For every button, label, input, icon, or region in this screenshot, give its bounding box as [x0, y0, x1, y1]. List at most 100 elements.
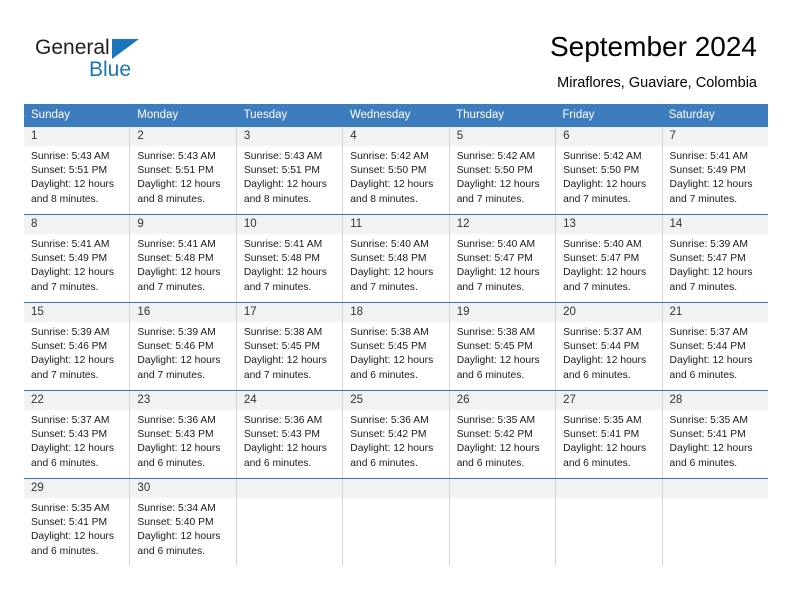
daylight-duration-line1: Daylight: 12 hours — [350, 179, 434, 191]
day-cell-14[interactable]: 14 Sunrise: 5:39 AM Sunset: 5:47 PM Dayligh… — [662, 215, 768, 302]
day-cell-19[interactable]: 19 Sunrise: 5:38 AM Sunset: 5:45 PM Dayligh… — [449, 303, 557, 390]
day-cell-12[interactable]: 12 Sunrise: 5:40 AM Sunset: 5:47 PM Dayligh… — [449, 215, 557, 302]
daylight-duration-line2: and 7 minutes. — [350, 281, 418, 293]
day-cell-1[interactable]: 1 Sunrise: 5:43 AM Sunset: 5:51 PM Daylight… — [24, 127, 131, 214]
day-cell-23[interactable]: 23 Sunrise: 5:36 AM Sunset: 5:43 PM Dayligh… — [130, 391, 237, 478]
day-cell-11[interactable]: 11 Sunrise: 5:40 AM Sunset: 5:48 PM Dayligh… — [343, 215, 450, 302]
day-number: 13 — [556, 215, 662, 234]
day-cell-15[interactable]: 15 Sunrise: 5:39 AM Sunset: 5:46 PM Dayligh… — [24, 303, 131, 390]
sunset-time: Sunset: 5:48 PM — [243, 253, 320, 265]
title-block: September 2024 Miraflores, Guaviare, Col… — [550, 30, 757, 92]
day-details — [663, 498, 768, 502]
calendar-week-row: 22 Sunrise: 5:37 AM Sunset: 5:43 PM Dayligh… — [24, 390, 768, 478]
sunset-time: Sunset: 5:46 PM — [31, 341, 108, 353]
day-number: 4 — [343, 127, 449, 146]
day-details: Sunrise: 5:40 AM Sunset: 5:47 PM Daylight:… — [556, 234, 661, 295]
day-details — [237, 498, 342, 502]
sunrise-time: Sunrise: 5:42 AM — [563, 151, 642, 162]
sunrise-time: Sunrise: 5:36 AM — [137, 415, 216, 426]
sunrise-time: Sunrise: 5:41 AM — [137, 239, 216, 250]
calendar-week-row: 8 Sunrise: 5:41 AM Sunset: 5:49 PM Daylight… — [24, 214, 768, 302]
day-cell-8[interactable]: 8 Sunrise: 5:41 AM Sunset: 5:49 PM Daylight… — [24, 215, 131, 302]
day-cell-26[interactable]: 26 Sunrise: 5:35 AM Sunset: 5:42 PM Dayligh… — [449, 391, 557, 478]
day-cell-13[interactable]: 13 Sunrise: 5:40 AM Sunset: 5:47 PM Dayligh… — [556, 215, 663, 302]
weekday-header-thursday: Thursday — [456, 109, 505, 121]
day-cell-25[interactable]: 25 Sunrise: 5:36 AM Sunset: 5:42 PM Dayligh… — [343, 391, 450, 478]
day-cell-3[interactable]: 3 Sunrise: 5:43 AM Sunset: 5:51 PM Daylight… — [236, 127, 344, 214]
day-details: Sunrise: 5:41 AM Sunset: 5:48 PM Daylight:… — [130, 234, 235, 295]
day-cell-9[interactable]: 9 Sunrise: 5:41 AM Sunset: 5:48 PM Daylight… — [130, 215, 237, 302]
sunrise-time: Sunrise: 5:43 AM — [31, 151, 110, 162]
sunrise-time: Sunrise: 5:36 AM — [243, 415, 323, 426]
day-cell-7[interactable]: 7 Sunrise: 5:41 AM Sunset: 5:49 PM Daylight… — [662, 127, 768, 214]
day-cell-16[interactable]: 16 Sunrise: 5:39 AM Sunset: 5:46 PM Dayligh… — [130, 303, 237, 390]
day-number: 11 — [343, 215, 449, 234]
daylight-duration-line2: and 6 minutes. — [137, 457, 205, 469]
daylight-duration-line1: Daylight: 12 hours — [350, 355, 434, 367]
day-details — [343, 498, 448, 502]
daylight-duration-line2: and 7 minutes. — [137, 369, 205, 381]
daylight-duration-line2: and 7 minutes. — [31, 281, 99, 293]
sunset-time: Sunset: 5:51 PM — [243, 165, 320, 177]
day-number: 19 — [449, 303, 556, 322]
day-number: 1 — [24, 127, 130, 146]
sunrise-time: Sunrise: 5:43 AM — [137, 151, 216, 162]
daylight-duration-line2: and 6 minutes. — [563, 457, 631, 469]
day-details: Sunrise: 5:37 AM Sunset: 5:44 PM Daylight:… — [556, 322, 661, 383]
day-cell-30[interactable]: 30 Sunrise: 5:34 AM Sunset: 5:40 PM Dayligh… — [130, 479, 237, 566]
day-cell-6[interactable]: 6 Sunrise: 5:42 AM Sunset: 5:50 PM Daylight… — [556, 127, 663, 214]
day-number: 30 — [130, 479, 236, 498]
daylight-duration-line1: Daylight: 12 hours — [243, 267, 327, 279]
day-number: 28 — [662, 391, 768, 410]
day-cell-20[interactable]: 20 Sunrise: 5:37 AM Sunset: 5:44 PM Dayligh… — [556, 303, 663, 390]
sunrise-time: Sunrise: 5:40 AM — [350, 239, 429, 250]
day-number: 8 — [24, 215, 130, 234]
sunrise-time: Sunrise: 5:42 AM — [350, 151, 429, 162]
sunrise-time: Sunrise: 5:35 AM — [669, 415, 748, 426]
day-number: 14 — [662, 215, 768, 234]
day-cell-18[interactable]: 18 Sunrise: 5:38 AM Sunset: 5:45 PM Dayligh… — [343, 303, 450, 390]
sunrise-time: Sunrise: 5:39 AM — [669, 239, 748, 250]
day-cell-21[interactable]: 21 Sunrise: 5:37 AM Sunset: 5:44 PM Dayligh… — [662, 303, 768, 390]
day-cell-22[interactable]: 22 Sunrise: 5:37 AM Sunset: 5:43 PM Dayligh… — [24, 391, 131, 478]
sunset-time: Sunset: 5:50 PM — [563, 165, 640, 177]
day-cell-10[interactable]: 10 Sunrise: 5:41 AM Sunset: 5:48 PM Dayligh… — [236, 215, 344, 302]
day-number: 29 — [24, 479, 130, 498]
sunrise-time: Sunrise: 5:38 AM — [456, 327, 536, 338]
daylight-duration-line2: and 7 minutes. — [669, 281, 738, 293]
daylight-duration-line1: Daylight: 12 hours — [456, 179, 540, 191]
calendar-page: General Blue September 2024 Miraflores, … — [0, 0, 792, 612]
day-cell-27[interactable]: 27 Sunrise: 5:35 AM Sunset: 5:41 PM Dayligh… — [556, 391, 663, 478]
day-number: 6 — [556, 127, 662, 146]
sunset-time: Sunset: 5:45 PM — [350, 341, 427, 353]
day-cell-2[interactable]: 2 Sunrise: 5:43 AM Sunset: 5:51 PM Daylight… — [130, 127, 237, 214]
daylight-duration-line2: and 8 minutes. — [243, 193, 312, 205]
sunset-time: Sunset: 5:49 PM — [31, 253, 108, 265]
sunset-time: Sunset: 5:43 PM — [243, 429, 320, 441]
sunrise-time: Sunrise: 5:38 AM — [350, 327, 429, 338]
day-number: 26 — [449, 391, 556, 410]
daylight-duration-line2: and 7 minutes. — [563, 281, 631, 293]
day-details: Sunrise: 5:40 AM Sunset: 5:47 PM Daylight:… — [450, 234, 555, 295]
day-details: Sunrise: 5:40 AM Sunset: 5:48 PM Daylight:… — [343, 234, 448, 295]
day-details: Sunrise: 5:36 AM Sunset: 5:43 PM Daylight:… — [237, 410, 342, 471]
daylight-duration-line2: and 6 minutes. — [31, 457, 99, 469]
day-cell-4[interactable]: 4 Sunrise: 5:42 AM Sunset: 5:50 PM Daylight… — [343, 127, 450, 214]
daylight-duration-line1: Daylight: 12 hours — [31, 531, 114, 543]
day-cell-28[interactable]: 28 Sunrise: 5:35 AM Sunset: 5:41 PM Dayligh… — [662, 391, 768, 478]
day-cell-24[interactable]: 24 Sunrise: 5:36 AM Sunset: 5:43 PM Dayligh… — [236, 391, 344, 478]
day-cell-17[interactable]: 17 Sunrise: 5:38 AM Sunset: 5:45 PM Dayligh… — [236, 303, 344, 390]
daylight-duration-line1: Daylight: 12 hours — [456, 443, 540, 455]
day-number: 2 — [130, 127, 236, 146]
daylight-duration-line1: Daylight: 12 hours — [563, 179, 647, 191]
sunset-time: Sunset: 5:47 PM — [456, 253, 533, 265]
day-number: 9 — [130, 215, 236, 234]
day-number: 12 — [449, 215, 556, 234]
sunset-time: Sunset: 5:45 PM — [243, 341, 320, 353]
day-number: 7 — [662, 127, 768, 146]
day-cell-5[interactable]: 5 Sunrise: 5:42 AM Sunset: 5:50 PM Daylight… — [449, 127, 557, 214]
day-number — [236, 479, 343, 498]
day-cell-29[interactable]: 29 Sunrise: 5:35 AM Sunset: 5:41 PM Dayligh… — [24, 479, 131, 566]
calendar-week-row: 15 Sunrise: 5:39 AM Sunset: 5:46 PM Dayligh… — [24, 302, 768, 390]
day-details: Sunrise: 5:35 AM Sunset: 5:42 PM Daylight:… — [450, 410, 555, 471]
